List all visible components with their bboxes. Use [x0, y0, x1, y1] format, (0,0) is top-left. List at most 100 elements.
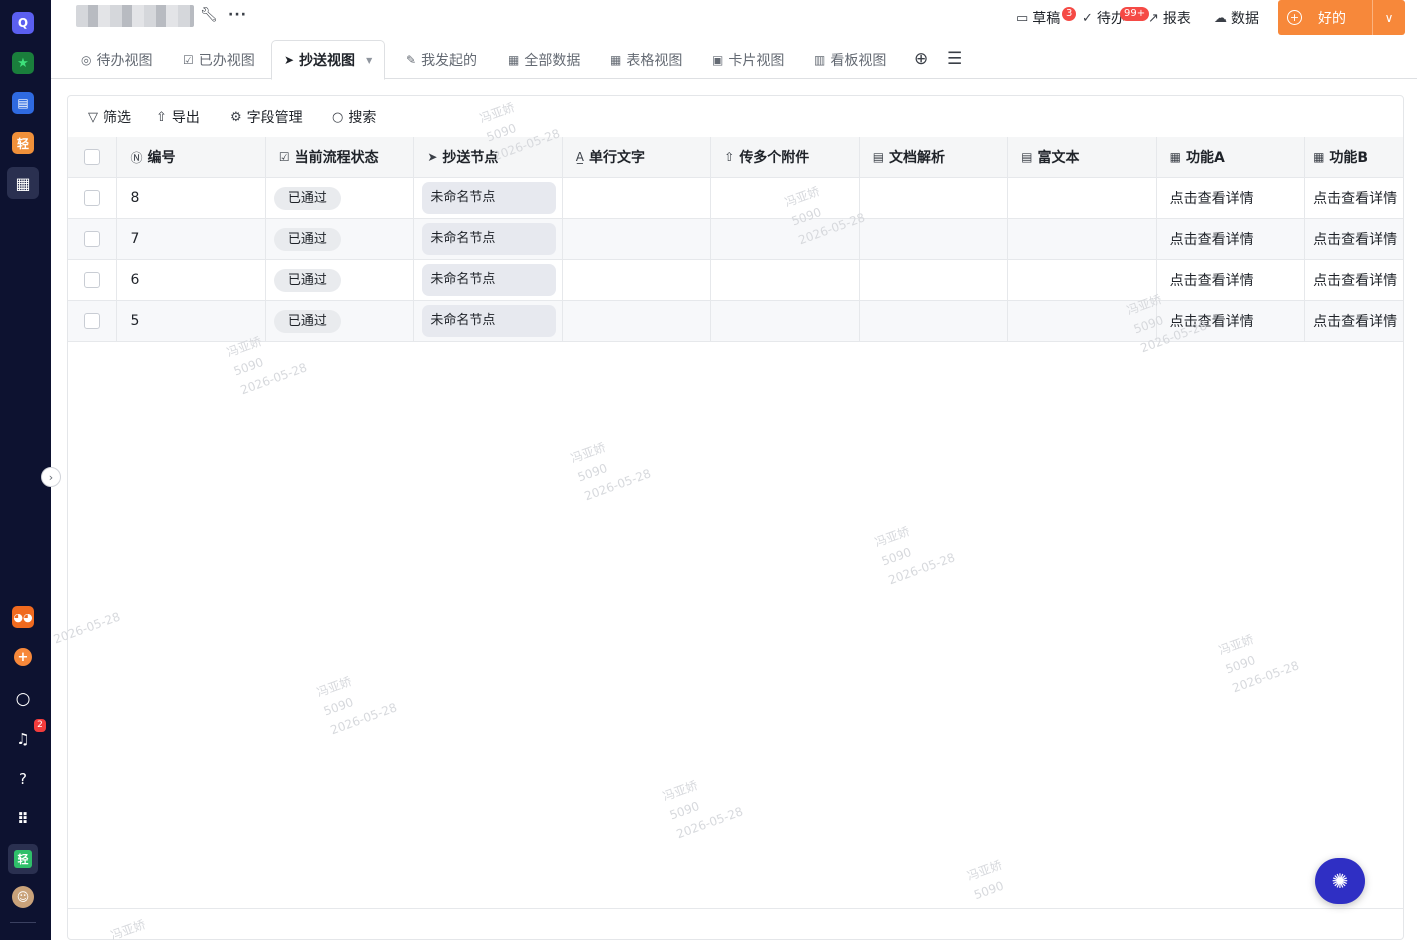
qing-app-icon[interactable]: 轻	[12, 132, 34, 154]
tab-table-view[interactable]: ▦ 表格视图	[610, 40, 682, 79]
cell-text[interactable]	[563, 260, 712, 300]
column-header[interactable]: ▦ 功能B	[1305, 137, 1403, 177]
wrench-icon[interactable]: 🔧︎	[200, 7, 218, 23]
cell-node[interactable]: 未命名节点	[414, 178, 563, 218]
cell-func-a-link[interactable]: 点击查看详情	[1157, 178, 1306, 218]
cell-doc[interactable]	[860, 260, 1009, 300]
field-management-button[interactable]: ⚙ 字段管理	[230, 107, 303, 127]
cell-rich[interactable]	[1008, 260, 1157, 300]
cell-func-a-link[interactable]: 点击查看详情	[1157, 219, 1306, 259]
cell-status[interactable]: 已通过	[266, 301, 415, 341]
table-icon: ▦	[1313, 150, 1325, 164]
cell-rich[interactable]	[1008, 301, 1157, 341]
number-field-icon: Ⓝ	[130, 150, 143, 165]
cell-status[interactable]: 已通过	[266, 260, 415, 300]
doc-app-icon[interactable]: ▤	[12, 92, 34, 114]
header-link-report[interactable]: ↗ 报表	[1148, 8, 1191, 28]
column-header[interactable]: ⇧ 传多个附件	[711, 137, 860, 177]
cell-status[interactable]: 已通过	[266, 178, 415, 218]
cell-doc[interactable]	[860, 301, 1009, 341]
kanban-icon: ▥	[814, 52, 826, 67]
cell-id[interactable]: 6	[117, 260, 266, 300]
cell-id[interactable]: 8	[117, 178, 266, 218]
tab-kanban-view[interactable]: ▥ 看板视图	[814, 40, 886, 79]
header-link-draft[interactable]: ▭ 草稿 3	[1016, 7, 1077, 28]
column-header[interactable]: ☑ 当前流程状态	[266, 137, 415, 177]
user-avatar[interactable]: ☺	[12, 886, 34, 908]
cell-attachments[interactable]	[711, 219, 860, 259]
qing-workspace-icon[interactable]: 轻	[8, 844, 38, 874]
tab-all-data[interactable]: ▦ 全部数据	[508, 40, 580, 79]
workspace-grid-icon[interactable]: ▦	[7, 167, 39, 199]
ok-button[interactable]: + 好的	[1278, 8, 1372, 28]
cell-doc[interactable]	[860, 219, 1009, 259]
apps-grid-icon[interactable]: ⠿	[12, 808, 34, 830]
cell-attachments[interactable]	[711, 178, 860, 218]
star-app-icon[interactable]: ★	[12, 52, 34, 74]
column-header[interactable]: Ⓝ 编号	[117, 137, 266, 177]
column-header[interactable]: ▤ 文档解析	[860, 137, 1009, 177]
tab-cc-view[interactable]: ➤ 抄送视图 ▼	[271, 40, 386, 80]
cell-node[interactable]: 未命名节点	[414, 219, 563, 259]
tab-todo-view[interactable]: ◎ 待办视图	[81, 40, 152, 79]
node-tag: 未命名节点	[422, 305, 557, 337]
cell-node[interactable]: 未命名节点	[414, 260, 563, 300]
owl-app-icon[interactable]: ◕◕	[12, 606, 34, 628]
filter-button[interactable]: ▽ 筛选	[88, 107, 131, 127]
text-field-icon: A̲	[575, 150, 585, 164]
cell-func-b-link[interactable]: 点击查看详情	[1305, 178, 1403, 218]
cell-func-b-link[interactable]: 点击查看详情	[1305, 219, 1403, 259]
cell-doc[interactable]	[860, 178, 1009, 218]
cell-id[interactable]: 7	[117, 219, 266, 259]
cell-func-a-link[interactable]: 点击查看详情	[1157, 301, 1306, 341]
cell-text[interactable]	[563, 178, 712, 218]
q-logo-icon[interactable]: Q	[12, 12, 34, 34]
column-header[interactable]: A̲ 单行文字	[563, 137, 712, 177]
row-checkbox[interactable]	[84, 231, 101, 247]
view-list-icon[interactable]: ☰	[947, 49, 962, 69]
cell-rich[interactable]	[1008, 219, 1157, 259]
table-row[interactable]: 8 已通过 未命名节点 点击查看详情 点击查看详情	[68, 178, 1403, 219]
check-circle-icon: ◎	[81, 52, 92, 67]
row-checkbox[interactable]	[84, 190, 101, 206]
header-link-data[interactable]: ☁ 数据	[1214, 8, 1259, 28]
export-button[interactable]: ⇧ 导出	[156, 107, 200, 127]
cell-status[interactable]: 已通过	[266, 219, 415, 259]
row-checkbox[interactable]	[84, 272, 101, 288]
select-all-checkbox[interactable]	[84, 149, 101, 165]
column-header[interactable]: ▦ 功能A	[1157, 137, 1306, 177]
column-header[interactable]: ➤ 抄送节点	[414, 137, 563, 177]
tab-card-view[interactable]: ▣ 卡片视图	[712, 40, 784, 79]
table-row[interactable]: 7 已通过 未命名节点 点击查看详情 点击查看详情	[68, 219, 1403, 260]
cell-attachments[interactable]	[711, 260, 860, 300]
column-header[interactable]: ▤ 富文本	[1008, 137, 1157, 177]
table-row[interactable]: 6 已通过 未命名节点 点击查看详情 点击查看详情	[68, 260, 1403, 301]
bell-icon[interactable]: ♫	[12, 728, 34, 750]
tab-initiated[interactable]: ✎ 我发起的	[406, 40, 477, 79]
chevron-down-icon[interactable]: ∨	[1373, 11, 1405, 25]
tab-dropdown-icon[interactable]: ▼	[366, 56, 372, 65]
cell-func-b-link[interactable]: 点击查看详情	[1305, 301, 1403, 341]
more-icon[interactable]: ···	[228, 7, 247, 23]
add-view-icon[interactable]: ⊕	[914, 49, 928, 69]
cell-rich[interactable]	[1008, 178, 1157, 218]
tab-done-view[interactable]: ☑ 已办视图	[183, 40, 255, 79]
help-icon[interactable]: ?	[12, 768, 34, 790]
cell-node[interactable]: 未命名节点	[414, 301, 563, 341]
status-badge: 已通过	[273, 227, 341, 251]
cell-id[interactable]: 5	[117, 301, 266, 341]
row-checkbox[interactable]	[84, 313, 101, 329]
cell-text[interactable]	[563, 219, 712, 259]
cell-func-b-link[interactable]: 点击查看详情	[1305, 260, 1403, 300]
header-link-todo[interactable]: ✓ 待办 99+	[1082, 7, 1150, 28]
cell-text[interactable]	[563, 301, 712, 341]
table-row[interactable]: 5 已通过 未命名节点 点击查看详情 点击查看详情	[68, 301, 1403, 342]
status-badge: 已通过	[273, 309, 341, 333]
sidebar-collapse-chevron-icon[interactable]: ›	[41, 467, 61, 487]
add-icon[interactable]: +	[14, 648, 32, 666]
cell-func-a-link[interactable]: 点击查看详情	[1157, 260, 1306, 300]
cell-attachments[interactable]	[711, 301, 860, 341]
search-icon[interactable]: ○	[12, 688, 34, 710]
ai-assistant-button[interactable]: ✺	[1315, 858, 1365, 904]
search-button[interactable]: ○ 搜索	[332, 107, 376, 127]
